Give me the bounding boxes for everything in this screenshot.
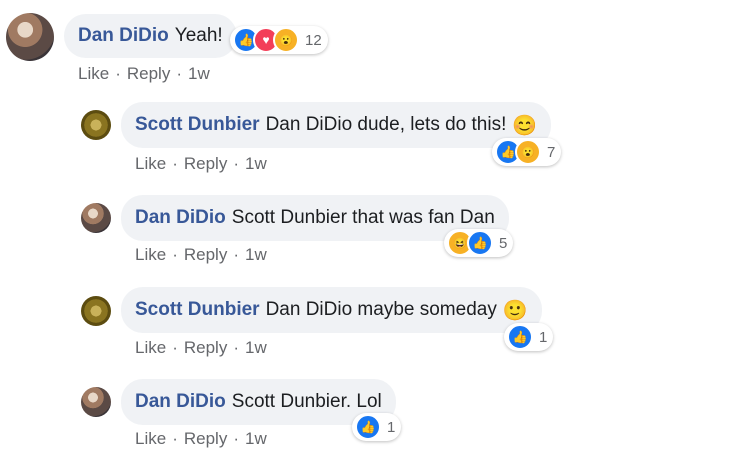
avatar[interactable] [81, 296, 111, 326]
comment-actions: Like · Reply · 1w [135, 154, 267, 174]
smile-emoji-icon: 😊 [512, 114, 538, 137]
reaction-count: 5 [499, 234, 508, 252]
timestamp[interactable]: 1w [245, 338, 267, 357]
comment-bubble: Dan DiDio Yeah! [64, 14, 237, 58]
timestamp[interactable]: 1w [245, 154, 267, 173]
separator: · [233, 245, 239, 264]
slight-smile-emoji-icon: 🙂 [502, 299, 528, 322]
separator: · [233, 429, 239, 448]
like-link[interactable]: Like [135, 154, 166, 173]
comment-text: Scott Dunbier. Lol [231, 391, 382, 412]
reaction-summary[interactable]: 👍 😮 7 [492, 138, 562, 166]
reaction-count: 1 [539, 328, 548, 346]
reaction-summary[interactable]: 👍 1 [352, 413, 402, 441]
separator: · [172, 338, 178, 357]
comment-author[interactable]: Scott Dunbier [135, 299, 260, 321]
reply-link[interactable]: Reply [184, 245, 227, 264]
timestamp[interactable]: 1w [188, 64, 210, 83]
avatar[interactable] [81, 387, 111, 417]
comment-text: Scott Dunbier that was fan Dan [231, 207, 495, 228]
avatar[interactable] [6, 13, 54, 61]
comment-text: Dan DiDio dude, lets do this! [265, 114, 507, 135]
reply-link[interactable]: Reply [184, 154, 227, 173]
comment-bubble: Scott Dunbier Dan DiDio maybe someday 🙂 [121, 287, 542, 333]
comment-actions: Like · Reply · 1w [135, 338, 267, 358]
separator: · [172, 245, 178, 264]
comment-actions: Like · Reply · 1w [135, 245, 267, 265]
comment-bubble: Scott Dunbier Dan DiDio dude, lets do th… [121, 102, 552, 148]
comment-text: Yeah! [174, 25, 223, 46]
reaction-count: 7 [547, 143, 556, 161]
comment-author[interactable]: Dan DiDio [135, 207, 226, 229]
like-icon: 👍 [507, 324, 533, 350]
reaction-count: 1 [387, 418, 396, 436]
comment-author[interactable]: Dan DiDio [135, 391, 226, 413]
timestamp[interactable]: 1w [245, 429, 267, 448]
like-icon: 👍 [355, 414, 381, 440]
separator: · [233, 338, 239, 357]
separator: · [172, 154, 178, 173]
avatar[interactable] [81, 110, 111, 140]
comment-actions: Like · Reply · 1w [135, 429, 267, 449]
like-icon: 👍 [467, 230, 493, 256]
wow-icon: 😮 [273, 27, 299, 53]
reply-link[interactable]: Reply [184, 338, 227, 357]
like-link[interactable]: Like [78, 64, 109, 83]
wow-icon: 😮 [515, 139, 541, 165]
like-link[interactable]: Like [135, 429, 166, 448]
avatar[interactable] [81, 203, 111, 233]
separator: · [115, 64, 121, 83]
reaction-summary[interactable]: 😆 👍 5 [444, 229, 514, 257]
like-link[interactable]: Like [135, 338, 166, 357]
comment-author[interactable]: Dan DiDio [78, 25, 169, 47]
separator: · [233, 154, 239, 173]
separator: · [172, 429, 178, 448]
reaction-summary[interactable]: 👍 1 [504, 323, 554, 351]
comment-actions: Like · Reply · 1w [78, 64, 210, 84]
reply-link[interactable]: Reply [184, 429, 227, 448]
reaction-summary[interactable]: 👍 ♥ 😮 12 [230, 26, 328, 54]
comment-text: Dan DiDio maybe someday [265, 299, 497, 320]
reply-link[interactable]: Reply [127, 64, 170, 83]
separator: · [176, 64, 182, 83]
like-link[interactable]: Like [135, 245, 166, 264]
reaction-count: 12 [305, 31, 322, 49]
timestamp[interactable]: 1w [245, 245, 267, 264]
comment-author[interactable]: Scott Dunbier [135, 114, 260, 136]
